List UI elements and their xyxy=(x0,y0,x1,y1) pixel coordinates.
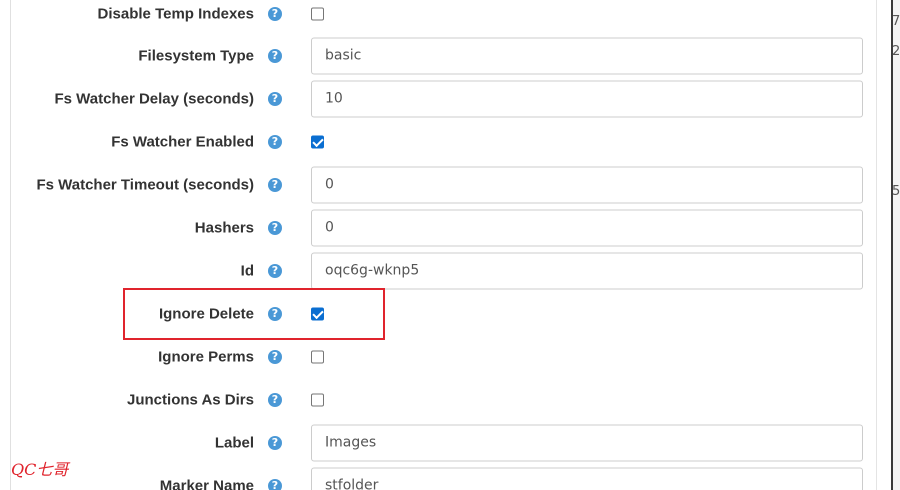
marker-name-input[interactable]: stfolder xyxy=(311,467,863,490)
fs-watcher-enabled-checkbox[interactable] xyxy=(311,135,324,149)
question-circle-icon[interactable]: ? xyxy=(268,7,282,21)
background-text-fragment: 2 xyxy=(892,44,900,59)
setting-row-marker-name: Marker Name ? stfolder xyxy=(0,466,891,490)
advanced-folder-settings-panel: Disable Temp Indexes ? Filesystem Type ?… xyxy=(0,0,900,490)
setting-label: Id xyxy=(240,262,254,280)
folder-label-input[interactable]: Images xyxy=(311,424,863,462)
ignore-perms-checkbox[interactable] xyxy=(311,350,324,364)
setting-label: Ignore Perms xyxy=(158,348,254,366)
setting-row-id: Id ? oqc6g-wknp5 xyxy=(0,251,891,291)
filesystem-type-input[interactable]: basic xyxy=(311,37,863,75)
setting-label: Hashers xyxy=(194,219,254,237)
setting-label: Disable Temp Indexes xyxy=(97,5,254,23)
setting-label: Marker Name xyxy=(159,477,254,490)
watermark-text: QC七哥 xyxy=(11,460,69,479)
question-circle-icon[interactable]: ? xyxy=(268,393,282,407)
setting-row-junctions-as-dirs: Junctions As Dirs ? xyxy=(0,380,891,420)
setting-label: Fs Watcher Delay (seconds) xyxy=(54,90,254,108)
setting-row-filesystem-type: Filesystem Type ? basic xyxy=(0,36,891,76)
fs-watcher-delay-input[interactable]: 10 xyxy=(311,80,863,118)
setting-row-hashers: Hashers ? 0 xyxy=(0,208,891,248)
question-circle-icon[interactable]: ? xyxy=(268,264,282,278)
setting-label: Junctions As Dirs xyxy=(127,391,254,409)
background-text-fragment: 7 xyxy=(892,14,900,29)
setting-label: Fs Watcher Enabled xyxy=(111,133,254,151)
setting-label: Label xyxy=(214,434,254,452)
setting-row-fs-watcher-timeout: Fs Watcher Timeout (seconds) ? 0 xyxy=(0,165,891,205)
background-text-fragment: 54 xyxy=(892,184,900,199)
disable-temp-indexes-checkbox[interactable] xyxy=(311,7,324,21)
fs-watcher-timeout-input[interactable]: 0 xyxy=(311,166,863,204)
hashers-input[interactable]: 0 xyxy=(311,209,863,247)
setting-row-fs-watcher-enabled: Fs Watcher Enabled ? xyxy=(0,122,891,162)
setting-row-disable-temp-indexes: Disable Temp Indexes ? xyxy=(0,0,891,28)
question-circle-icon[interactable]: ? xyxy=(268,135,282,149)
background-page-edge: 7 2 54 xyxy=(891,0,900,490)
setting-row-label: Label ? Images xyxy=(0,423,891,463)
setting-row-fs-watcher-delay: Fs Watcher Delay (seconds) ? 10 xyxy=(0,79,891,119)
setting-label: Fs Watcher Timeout (seconds) xyxy=(36,176,254,194)
question-circle-icon[interactable]: ? xyxy=(268,178,282,192)
highlight-annotation-box xyxy=(123,288,385,340)
question-circle-icon[interactable]: ? xyxy=(268,350,282,364)
folder-id-input[interactable]: oqc6g-wknp5 xyxy=(311,252,863,290)
junctions-as-dirs-checkbox[interactable] xyxy=(311,393,324,407)
question-circle-icon[interactable]: ? xyxy=(268,221,282,235)
question-circle-icon[interactable]: ? xyxy=(268,49,282,63)
setting-label: Filesystem Type xyxy=(138,47,254,65)
modal-shadow-edge xyxy=(891,0,893,490)
setting-row-ignore-perms: Ignore Perms ? xyxy=(0,337,891,377)
question-circle-icon[interactable]: ? xyxy=(268,479,282,490)
question-circle-icon[interactable]: ? xyxy=(268,436,282,450)
question-circle-icon[interactable]: ? xyxy=(268,92,282,106)
